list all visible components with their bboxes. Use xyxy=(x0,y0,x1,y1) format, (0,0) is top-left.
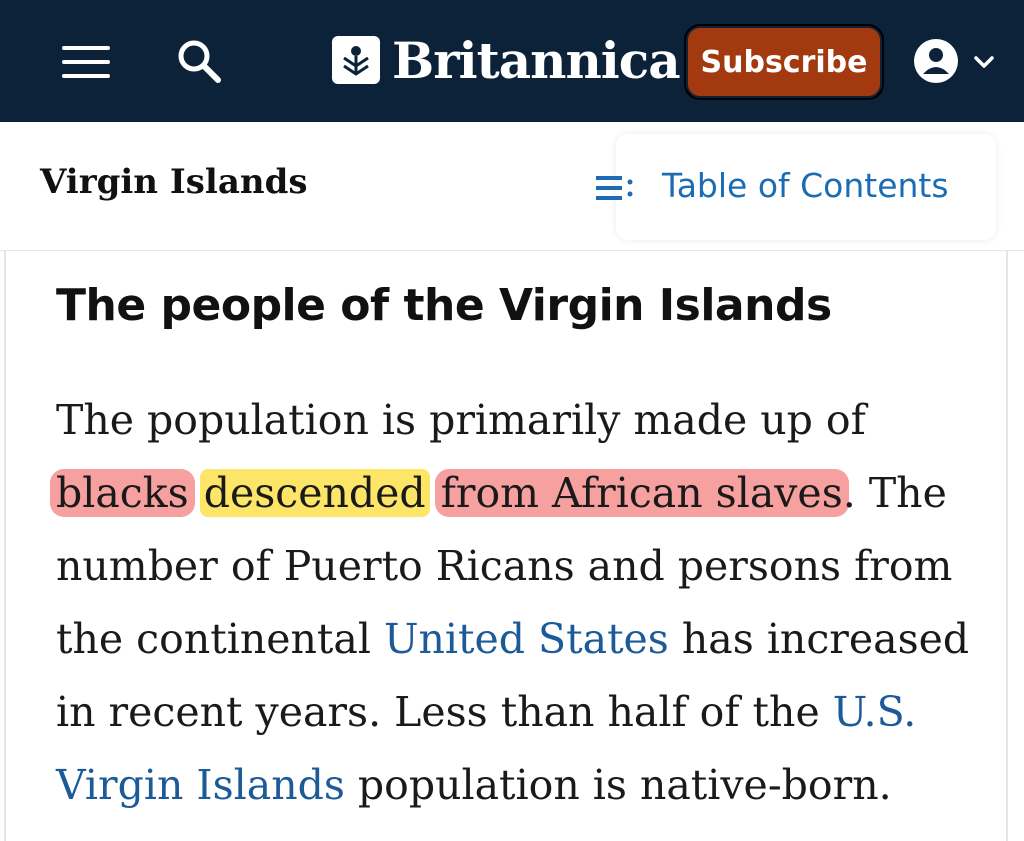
paragraph-line: Virgin Islands population is native-born… xyxy=(56,749,976,822)
account-icon xyxy=(914,39,958,83)
paragraph-text: has increased xyxy=(668,615,970,663)
article-content: The people of the Virgin Islands The pop… xyxy=(0,250,1024,841)
list-icon xyxy=(596,174,634,204)
article-subnav: Virgin Islands Table of Contents xyxy=(0,122,1024,251)
paragraph-line: the continental United States has increa… xyxy=(56,603,976,676)
search-icon[interactable] xyxy=(174,36,224,86)
britannica-brand[interactable]: Britannica xyxy=(332,30,681,90)
brand-wordmark: Britannica xyxy=(392,30,681,90)
paragraph-line: number of Puerto Ricans and persons from xyxy=(56,542,953,590)
table-of-contents-button[interactable]: Table of Contents xyxy=(596,134,996,240)
chevron-down-icon xyxy=(974,56,994,68)
paragraph-text: in recent years. Less than half of the xyxy=(56,688,833,736)
paragraph-text: population is native-born. xyxy=(344,761,892,809)
highlight-african-slaves: from African slaves xyxy=(434,469,849,517)
table-of-contents-label: Table of Contents xyxy=(662,166,949,205)
content-border xyxy=(4,250,6,841)
us-virgin-islands-link[interactable]: U.S. xyxy=(833,688,916,736)
account-menu[interactable] xyxy=(912,36,1002,86)
paragraph-text: the continental xyxy=(56,615,384,663)
section-heading: The people of the Virgin Islands xyxy=(56,280,832,331)
highlight-blacks: blacks xyxy=(50,469,195,517)
highlight-descended: descended xyxy=(199,469,430,517)
paragraph-line: The population is primarily made up of xyxy=(56,396,866,444)
paragraph-line: blacks descended from African slaves. Th… xyxy=(50,457,976,530)
paragraph-line: in recent years. Less than half of the U… xyxy=(56,676,976,749)
united-states-link[interactable]: United States xyxy=(384,615,669,663)
us-virgin-islands-link[interactable]: Virgin Islands xyxy=(56,761,345,809)
article-title: Virgin Islands xyxy=(40,162,308,202)
britannica-logo-icon xyxy=(332,36,380,84)
top-navigation-bar: Britannica Subscribe xyxy=(0,0,1024,122)
section-paragraph: The population is primarily made up of b… xyxy=(50,384,976,822)
content-border xyxy=(1006,250,1008,841)
menu-icon[interactable] xyxy=(62,46,110,78)
paragraph-text: . The xyxy=(842,469,947,517)
subscribe-button[interactable]: Subscribe xyxy=(686,26,882,98)
